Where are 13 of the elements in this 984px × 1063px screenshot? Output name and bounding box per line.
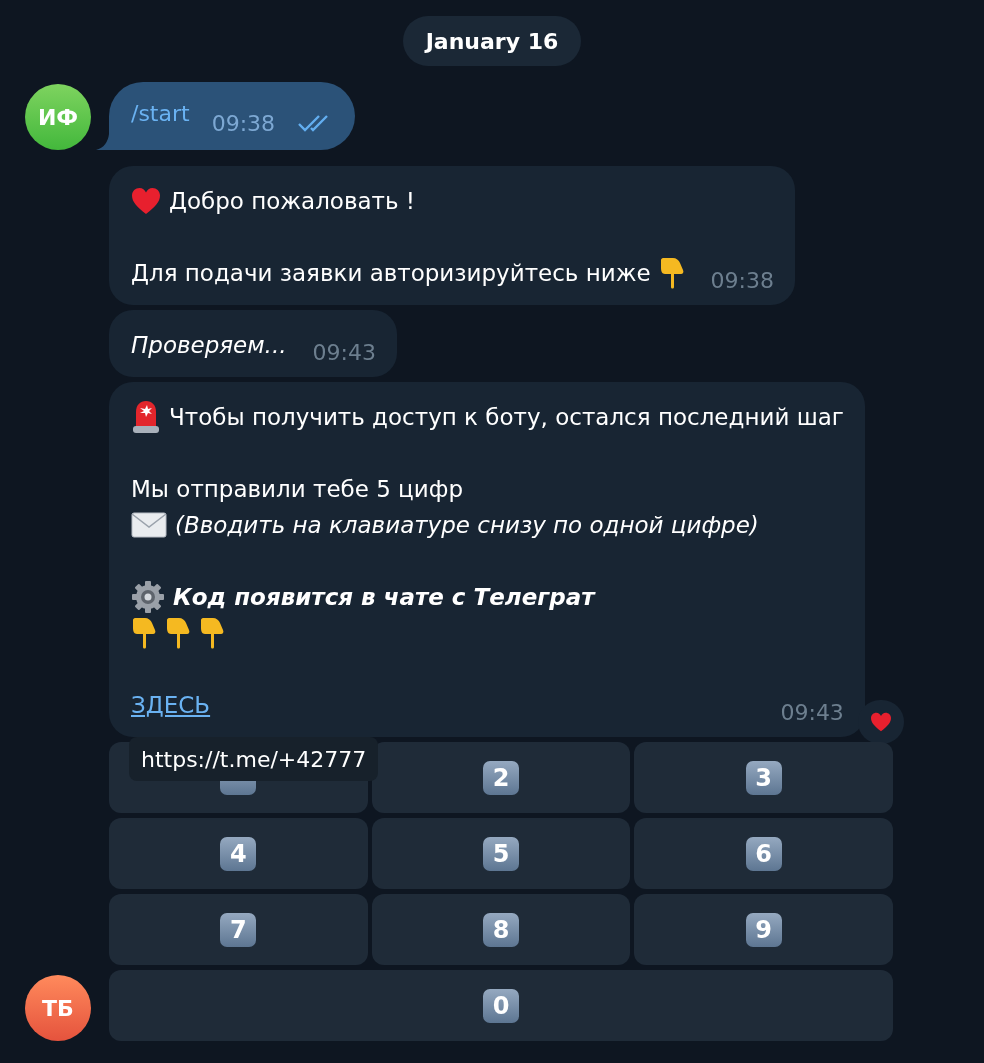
message-text: Для подачи заявки авторизируйтесь ниже xyxy=(131,259,651,288)
message-time: 09:43 xyxy=(312,339,376,367)
message-text: (Вводить на клавиатуре снизу по одной цифре) xyxy=(175,511,759,540)
message-time: 09:38 xyxy=(211,110,276,136)
message-time: 09:38 xyxy=(710,267,774,295)
message-text: Проверяем... xyxy=(131,331,287,360)
message-text: Код появится в чате с Телеграт xyxy=(173,583,595,612)
link-tooltip: https://t.me/+42777 xyxy=(129,737,379,781)
message-time: 09:43 xyxy=(780,699,844,727)
message-text: Чтобы получить доступ к боту, остался последний шаг xyxy=(169,403,844,432)
message-text: Добро пожаловать ! xyxy=(169,187,416,216)
date-badge: January 16 xyxy=(402,16,582,66)
message-text: Мы отправили тебе 5 цифр xyxy=(131,475,463,504)
